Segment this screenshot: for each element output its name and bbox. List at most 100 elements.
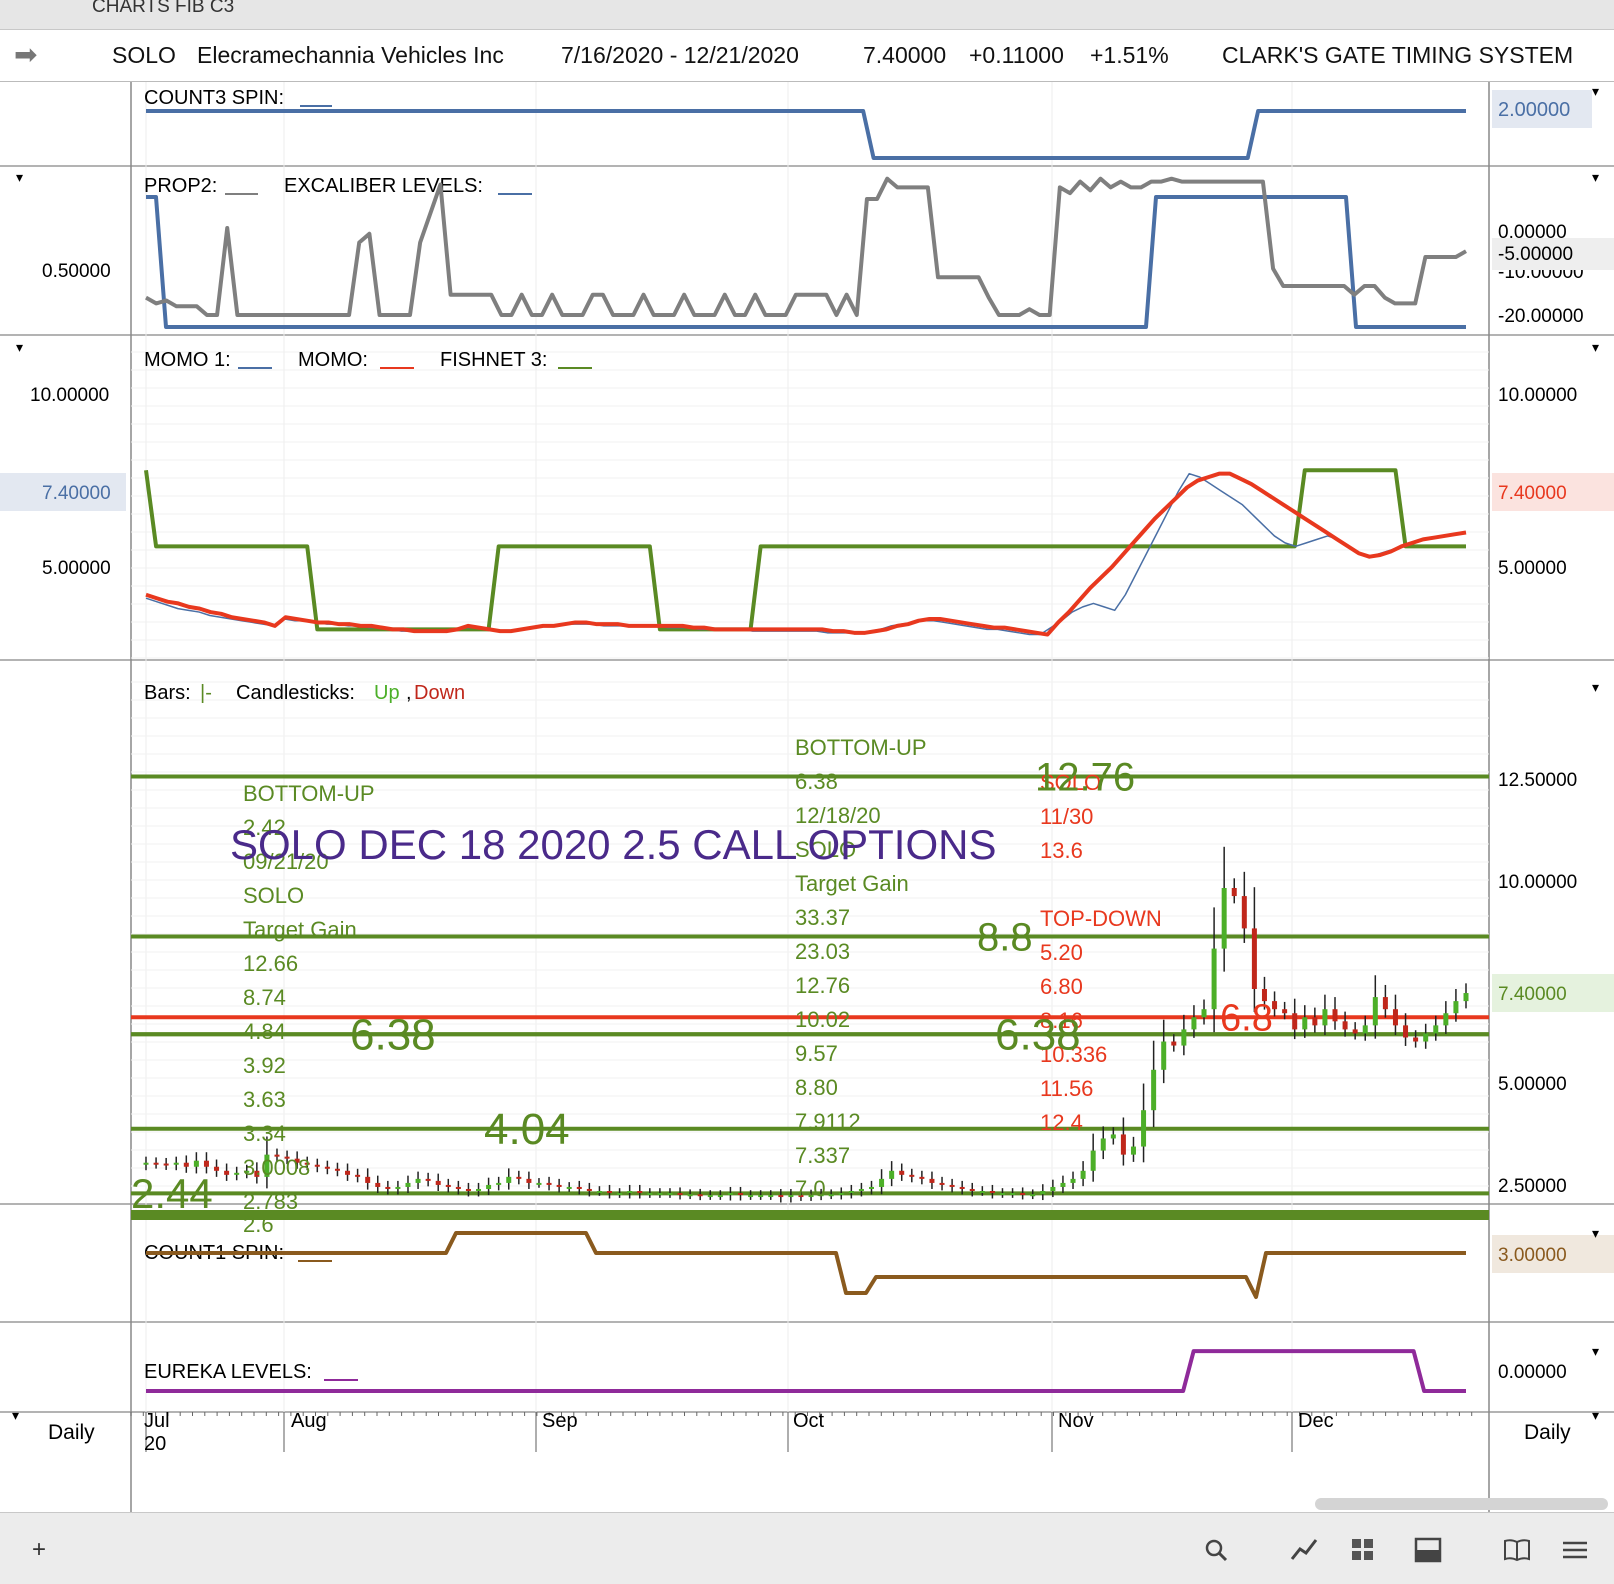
candle-down — [677, 1193, 683, 1196]
candle-down — [899, 1170, 905, 1175]
bottom-up-column-2: BOTTOM-UP 6.38 12/18/20 SOLO Target Gain… — [795, 735, 927, 1201]
chart-area[interactable]: COUNT3 SPIN: 2.00000 ▾ PROP2: EXCALIBER … — [0, 82, 1614, 1512]
level-value-label: 6.38 — [995, 1011, 1081, 1060]
level-value-label: 12.76 — [1035, 755, 1135, 799]
go-arrow-icon[interactable]: ➡ — [14, 38, 37, 71]
level-value-label: 8.8 — [977, 915, 1033, 959]
candle-up — [1181, 1029, 1187, 1046]
candle-up — [476, 1188, 482, 1191]
chart-style-icon[interactable] — [1287, 1535, 1321, 1565]
candle-down — [334, 1168, 340, 1171]
search-icon[interactable] — [1199, 1535, 1233, 1565]
candle-down — [1382, 997, 1388, 1010]
candle-up — [1151, 1069, 1157, 1111]
candle-up — [657, 1193, 663, 1196]
candle-up — [1201, 1009, 1207, 1018]
candle-up — [1423, 1033, 1429, 1042]
candle-down — [445, 1184, 451, 1187]
legend-comma: , — [406, 682, 412, 704]
horizontal-scrollbar[interactable] — [1315, 1498, 1608, 1510]
book-icon[interactable] — [1500, 1535, 1534, 1565]
candle-up — [395, 1186, 401, 1189]
note-line: 7.337 — [795, 1143, 850, 1168]
note-line: 9.57 — [795, 1041, 838, 1066]
panel-icon[interactable] — [1411, 1535, 1445, 1565]
period-menu-arrow-icon[interactable]: ▾ — [1592, 1407, 1599, 1423]
note-line: 12.66 — [243, 951, 298, 976]
period-right[interactable]: Daily — [1524, 1421, 1571, 1444]
panel-menu-arrow-icon[interactable]: ▾ — [1592, 83, 1599, 99]
note-line: BOTTOM-UP — [795, 735, 927, 760]
candle-up — [173, 1162, 179, 1165]
down-legend: Down — [414, 682, 465, 704]
bars-legend: Bars: — [144, 682, 191, 704]
note-line: 11.56 — [1040, 1076, 1093, 1101]
candle-down — [1312, 1017, 1318, 1026]
note-line: 5.20 — [1040, 940, 1083, 965]
note-line: BOTTOM-UP — [243, 781, 375, 806]
candle-up — [667, 1193, 673, 1196]
candle-down — [153, 1162, 159, 1165]
panel-menu-arrow-icon[interactable]: ▾ — [1592, 679, 1599, 695]
candle-up — [1130, 1146, 1136, 1155]
level-value-label: 6.8 — [1220, 998, 1273, 1040]
panel-menu-arrow-icon[interactable]: ▾ — [16, 169, 23, 185]
panel-menu-arrow-icon[interactable]: ▾ — [1592, 339, 1599, 355]
candle-down — [949, 1184, 955, 1187]
note-line: 10.02 — [795, 1007, 850, 1032]
year-label: 20 — [144, 1433, 166, 1455]
candle-down — [203, 1160, 209, 1167]
prop2-value: -5.00000 — [1498, 244, 1573, 265]
candle-down — [1251, 928, 1257, 989]
momo-left-tick: 10.00000 — [30, 385, 109, 406]
panel-menu-arrow-icon[interactable]: ▾ — [1592, 1225, 1599, 1241]
menu-icon[interactable] — [1558, 1535, 1592, 1565]
panel-menu-arrow-icon[interactable]: ▾ — [1592, 1343, 1599, 1359]
main-value: 7.40000 — [1498, 984, 1567, 1005]
add-button[interactable]: + — [22, 1535, 56, 1565]
note-line: TOP-DOWN — [1040, 906, 1162, 931]
candle-down — [556, 1184, 562, 1187]
candle-down — [214, 1166, 220, 1171]
symbol[interactable]: SOLO — [112, 42, 176, 69]
panel-menu-arrow-icon[interactable]: ▾ — [1592, 169, 1599, 185]
period-menu-arrow-icon[interactable]: ▾ — [12, 1407, 19, 1423]
candle-up — [1070, 1178, 1076, 1183]
period-left[interactable]: Daily — [48, 1421, 95, 1444]
note-line: 33.37 — [795, 905, 850, 930]
panel-menu-arrow-icon[interactable]: ▾ — [16, 339, 23, 355]
candle-up — [879, 1178, 885, 1187]
count3-value: 2.00000 — [1498, 99, 1570, 121]
candle-down — [314, 1164, 320, 1167]
candle-up — [1050, 1186, 1056, 1191]
candle-up — [758, 1195, 764, 1198]
bar-glyph: |- — [200, 682, 212, 704]
count1-panel: COUNT1 SPIN: 3.00000 ▾ — [144, 1225, 1614, 1273]
note-line: Target Gain — [795, 871, 909, 896]
note-line: 3.0008 — [243, 1155, 310, 1180]
main-tick: 2.50000 — [1498, 1176, 1567, 1197]
layout-icon[interactable] — [1346, 1535, 1380, 1565]
eureka-value: 0.00000 — [1498, 1362, 1567, 1383]
candle-up — [1211, 948, 1217, 1010]
candle-down — [1392, 1009, 1398, 1026]
candle-up — [627, 1191, 633, 1194]
candle-down — [163, 1163, 169, 1166]
count3-line — [146, 109, 1466, 160]
candle-up — [1191, 1017, 1197, 1030]
candle-down — [1413, 1037, 1419, 1042]
note-line: 3.34 — [243, 1121, 286, 1146]
main-tick: 12.50000 — [1498, 770, 1577, 791]
momo-right-tick: 5.00000 — [1498, 558, 1567, 579]
options-annotation: SOLO DEC 18 2020 2.5 CALL OPTIONS — [230, 821, 996, 868]
candle-down — [345, 1170, 351, 1175]
momo-label: MOMO: — [298, 349, 368, 371]
candle-down — [576, 1186, 582, 1189]
candle-down — [1241, 896, 1247, 929]
level-value-label: 6.38 — [350, 1011, 436, 1060]
price-change: +0.11000 — [969, 42, 1064, 68]
candle-down — [969, 1188, 975, 1191]
candle-down — [607, 1191, 613, 1194]
candle-down — [738, 1193, 744, 1196]
candle-up — [768, 1195, 774, 1198]
